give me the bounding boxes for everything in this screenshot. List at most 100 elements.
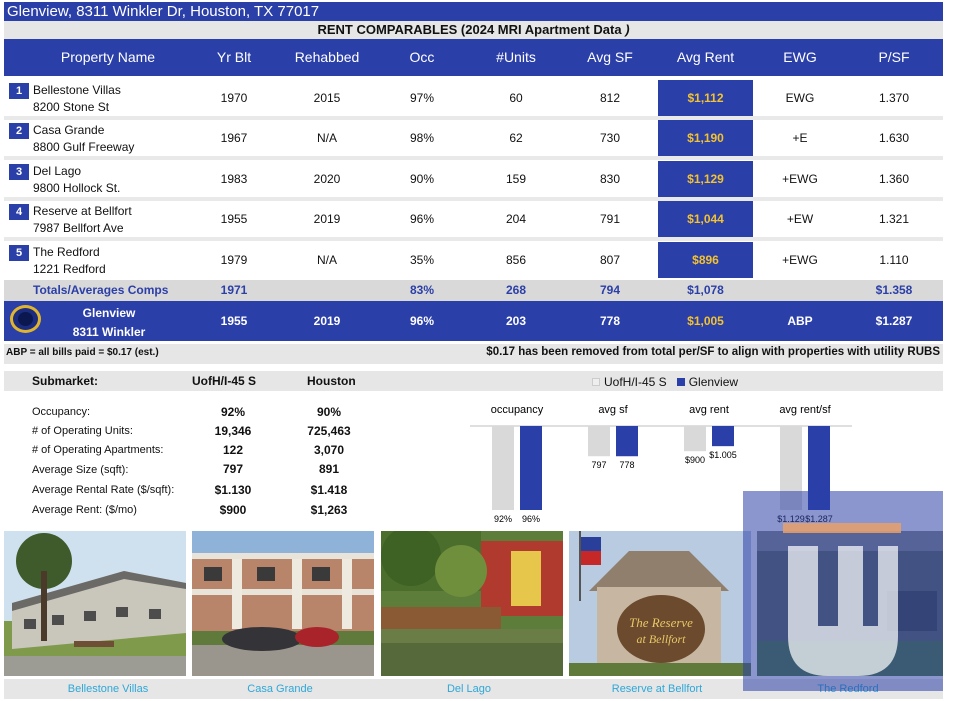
subject-psf: $1.287 xyxy=(875,314,913,328)
caption-del-lago: Del Lago xyxy=(446,683,492,695)
property-address: 9800 Hollock St. xyxy=(33,181,121,195)
chart-data-label: $1.005 xyxy=(709,450,737,460)
notes-bar: ABP = all bills paid = $0.17 (est.) $0.1… xyxy=(4,344,943,364)
units: 856 xyxy=(505,253,527,267)
occ: 90% xyxy=(409,172,435,186)
row-number: 4 xyxy=(9,204,29,220)
subject-ewg: ABP xyxy=(787,314,813,328)
submarket-value: 92% xyxy=(220,405,246,419)
occ: 98% xyxy=(409,131,435,145)
rehabbed: 2015 xyxy=(313,91,341,105)
col-avg-rent: Avg Rent xyxy=(676,49,735,65)
col-ewg: EWG xyxy=(783,49,817,65)
ewg: +EWG xyxy=(782,253,818,267)
avg-sf: 807 xyxy=(599,253,621,267)
chart-category-label: avg rent xyxy=(689,404,729,416)
subject-occ: 96% xyxy=(409,314,435,328)
rehabbed: 2020 xyxy=(313,172,341,186)
avg-sf: 812 xyxy=(599,91,621,105)
units: 60 xyxy=(509,91,523,105)
photo-reserve-at-bellfort: The Reserve at Bellfort xyxy=(569,531,751,676)
totals-label: Totals/Averages Comps xyxy=(33,283,169,297)
table-row: 3 Del Lago 9800 Hollock St. 1983 2020 90… xyxy=(4,161,943,201)
submarket-value: $900 xyxy=(219,503,247,517)
property-name: Bellestone Villas xyxy=(33,83,121,97)
property-address: 8200 Stone St xyxy=(33,100,110,114)
sign-text-1: The Reserve xyxy=(629,615,693,630)
caption-casa-grande: Casa Grande xyxy=(247,683,313,695)
submarket-row-label: Average Rent: ($/mo) xyxy=(32,504,137,516)
table-row: 5 The Redford 1221 Redford 1979 N/A 35% … xyxy=(4,242,943,278)
submarket-row-label: Average Size (sqft): xyxy=(32,464,129,476)
col-property-name: Property Name xyxy=(60,49,156,65)
occ: 35% xyxy=(409,253,435,267)
submarket-row-label: Average Rental Rate ($/sqft): xyxy=(32,484,175,496)
table-row: 1 Bellestone Villas 8200 Stone St 1970 2… xyxy=(4,80,943,120)
submarket-col-1: UofH/I-45 S xyxy=(192,374,257,388)
watermark-logo-icon xyxy=(783,523,901,676)
table-row: 2 Casa Grande 8800 Gulf Freeway 1967 N/A… xyxy=(4,120,943,160)
rubs-note: $0.17 has been removed from total per/SF… xyxy=(486,346,940,358)
subject-row: Glenview 8311 Winkler 1955 2019 96% 203 … xyxy=(4,301,943,341)
submarket-value: 19,346 xyxy=(214,424,252,438)
submarket-label: Submarket: xyxy=(32,374,99,388)
totals-units: 268 xyxy=(505,283,527,297)
chart-data-label: 797 xyxy=(591,460,606,470)
subject-sf: 778 xyxy=(599,314,621,328)
photo-bellestone-villas xyxy=(4,531,186,676)
table-subtitle: RENT COMPARABLES (2024 MRI Apartment Dat… xyxy=(4,21,943,39)
col-yr-blt: Yr Blt xyxy=(216,49,252,65)
caption-bellestone-villas: Bellestone Villas xyxy=(67,683,149,695)
occ: 97% xyxy=(409,91,435,105)
subtitle-end: ) xyxy=(625,22,630,37)
avg-rent: $1,044 xyxy=(658,201,753,237)
col-avg-sf: Avg SF xyxy=(587,49,633,65)
abp-note: ABP = all bills paid = $0.17 (est.) xyxy=(6,347,159,358)
totals-yr: 1971 xyxy=(220,283,248,297)
property-logo-icon xyxy=(10,305,41,333)
avg-rent: $896 xyxy=(658,242,753,278)
yr-blt: 1970 xyxy=(220,91,248,105)
chart-bar xyxy=(588,426,610,457)
houston-value: $1,263 xyxy=(310,503,348,517)
chart-bar xyxy=(492,426,514,510)
totals-row: Totals/Averages Comps 1971 83% 268 794 $… xyxy=(4,280,943,301)
page-title: Glenview, 8311 Winkler Dr, Houston, TX 7… xyxy=(4,2,943,21)
units: 62 xyxy=(509,131,523,145)
psf: 1.360 xyxy=(878,172,910,186)
photo-del-lago xyxy=(381,531,563,676)
avg-sf: 830 xyxy=(599,172,621,186)
ewg: +E xyxy=(792,131,808,145)
subject-units: 203 xyxy=(505,314,527,328)
avg-rent: $1,112 xyxy=(658,80,753,116)
property-address: 1221 Redford xyxy=(33,262,106,276)
houston-value: 725,463 xyxy=(307,424,351,438)
ewg: +EW xyxy=(786,212,814,226)
legend-swatch-glenview xyxy=(676,378,685,386)
chart-bar xyxy=(616,426,638,457)
subject-address: 8311 Winkler xyxy=(72,325,146,339)
table-header: Property Name Yr Blt Rehabbed Occ #Units… xyxy=(4,39,943,76)
submarket-col-2: Houston xyxy=(307,374,356,388)
yr-blt: 1979 xyxy=(220,253,248,267)
watermark-logo xyxy=(743,491,943,691)
houston-value: $1.418 xyxy=(310,483,348,497)
chart-data-label: 92% xyxy=(494,514,512,524)
row-number: 3 xyxy=(9,164,29,180)
psf: 1.321 xyxy=(878,212,910,226)
subtitle-main: RENT COMPARABLES (2024 MRI Apartment Dat… xyxy=(317,22,622,37)
subject-rent: $1,005 xyxy=(687,314,724,328)
rehabbed: N/A xyxy=(316,253,337,267)
totals-psf: $1.358 xyxy=(875,283,913,297)
chart-category-label: avg rent/sf xyxy=(779,404,831,416)
avg-sf: 730 xyxy=(599,131,621,145)
submarket-row-label: Occupancy: xyxy=(32,406,91,418)
photo-casa-grande xyxy=(192,531,374,676)
ewg: EWG xyxy=(785,91,815,105)
subject-rehab: 2019 xyxy=(313,314,341,328)
legend-label-submarket: UofH/I-45 S xyxy=(604,375,667,389)
property-address: 7987 Bellfort Ave xyxy=(33,221,124,235)
chart-data-label: $900 xyxy=(685,455,705,465)
col-psf: P/SF xyxy=(878,49,910,65)
sign-text-2: at Bellfort xyxy=(637,632,687,646)
